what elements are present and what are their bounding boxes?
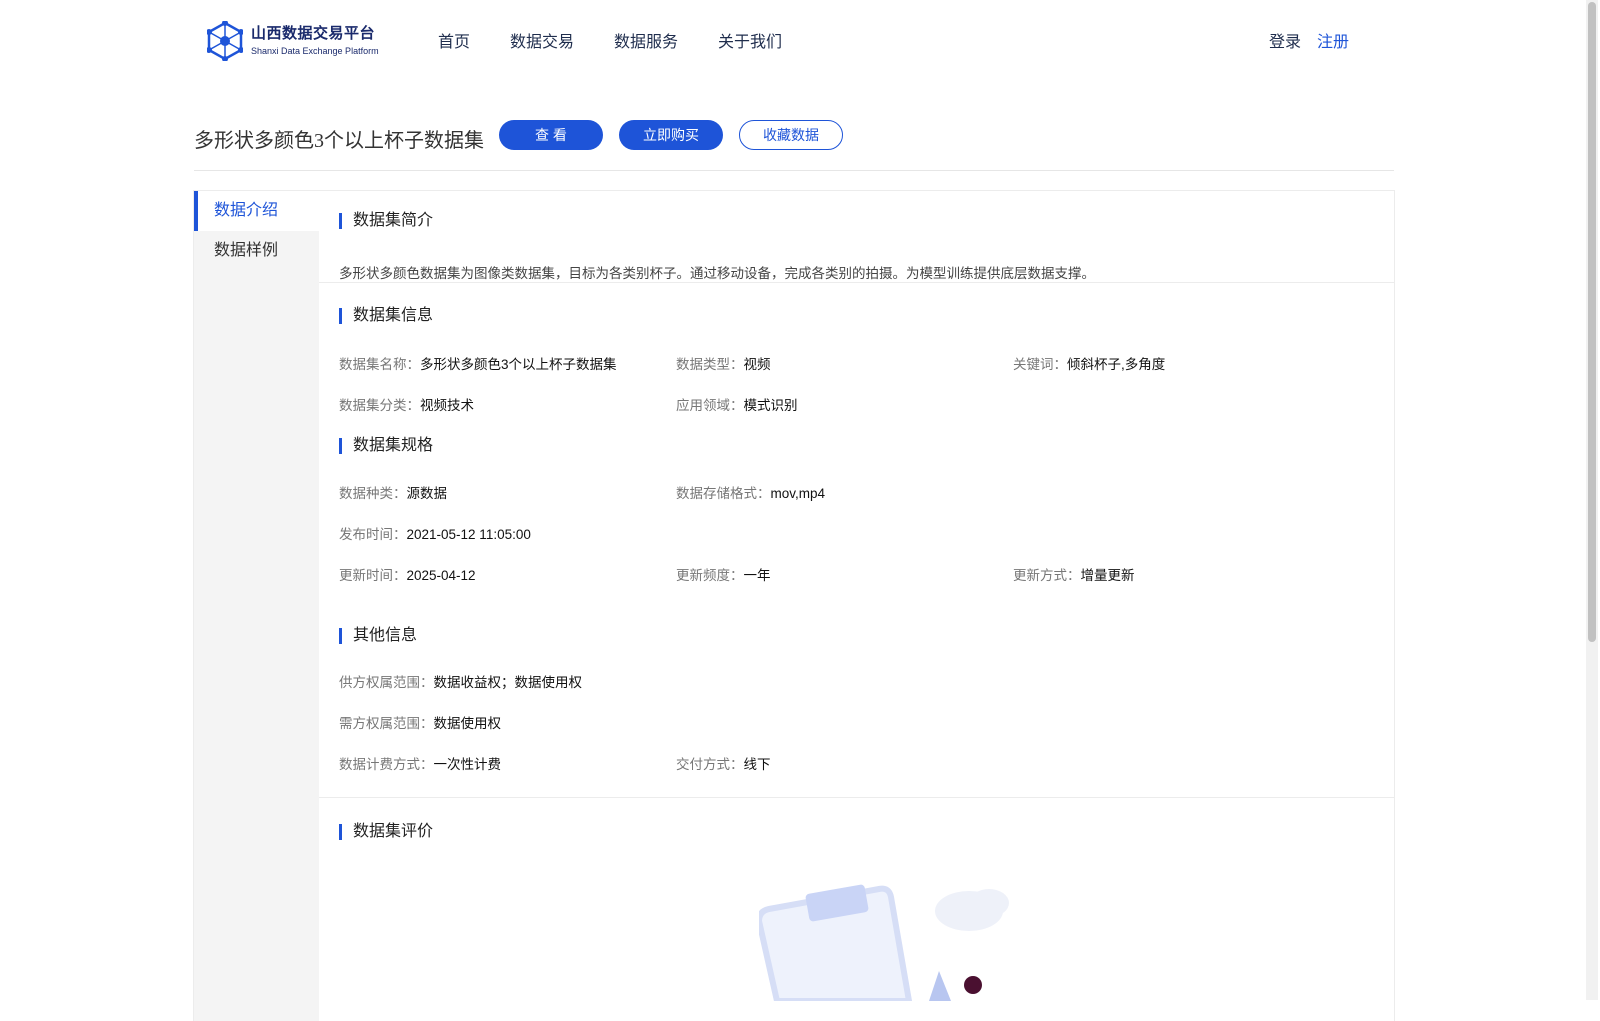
field-update-method: 更新方式：增量更新 — [1013, 568, 1135, 583]
buy-now-button[interactable]: 立即购买 — [619, 120, 723, 150]
field-dataset-category: 数据集分类：视频技术 — [339, 398, 474, 413]
empty-state-illustration — [759, 884, 1009, 1001]
register-link[interactable]: 注册 — [1317, 28, 1349, 52]
field-application-domain: 应用领域：模式识别 — [676, 398, 798, 413]
field-update-frequency: 更新频度：一年 — [676, 568, 771, 583]
field-supplier-rights: 供方权属范围：数据收益权；数据使用权 — [339, 675, 582, 690]
section-intro: 数据集简介 多形状多颜色数据集为图像类数据集，目标为各类别杯子。通过移动设备，完… — [319, 191, 1394, 283]
field-delivery-method: 交付方式：线下 — [676, 757, 771, 772]
field-update-time: 更新时间：2025-04-12 — [339, 568, 476, 583]
section-title: 数据集评价 — [339, 823, 433, 841]
section-title: 数据集简介 — [339, 212, 433, 230]
logo-subtitle: Shanxi Data Exchange Platform — [251, 46, 379, 56]
auth-links: 登录 注册 — [1269, 28, 1349, 52]
page-title: 多形状多颜色3个以上杯子数据集 — [194, 130, 484, 152]
content-area: 数据集简介 多形状多颜色数据集为图像类数据集，目标为各类别杯子。通过移动设备，完… — [319, 191, 1394, 1021]
field-data-kind: 数据种类：源数据 — [339, 486, 447, 501]
main-panel: 数据介绍 数据样例 数据集简介 多形状多颜色数据集为图像类数据集，目标为各类别杯… — [193, 190, 1395, 1021]
page-scrollbar[interactable] — [1586, 0, 1598, 1000]
nav-data-trade[interactable]: 数据交易 — [510, 28, 574, 52]
section-details: 数据集信息 数据集名称：多形状多颜色3个以上杯子数据集 数据类型：视频 关键词：… — [319, 283, 1394, 798]
field-data-type: 数据类型：视频 — [676, 357, 771, 372]
field-buyer-rights: 需方权属范围：数据使用权 — [339, 716, 501, 731]
section-title: 其他信息 — [339, 627, 417, 645]
main-nav: 首页 数据交易 数据服务 关于我们 — [438, 28, 822, 52]
favorite-button[interactable]: 收藏数据 — [739, 120, 843, 150]
login-link[interactable]: 登录 — [1269, 28, 1301, 52]
field-billing-method: 数据计费方式：一次性计费 — [339, 757, 501, 772]
field-dataset-name: 数据集名称：多形状多颜色3个以上杯子数据集 — [339, 357, 617, 372]
nav-home[interactable]: 首页 — [438, 28, 470, 52]
section-title: 数据集信息 — [339, 307, 433, 325]
sidebar-item-intro[interactable]: 数据介绍 — [194, 191, 319, 231]
nav-data-service[interactable]: 数据服务 — [614, 28, 678, 52]
section-title: 数据集规格 — [339, 437, 433, 455]
field-storage-format: 数据存储格式：mov,mp4 — [676, 486, 826, 501]
site-logo[interactable]: 山西数据交易平台 Shanxi Data Exchange Platform — [207, 20, 379, 62]
hexagon-network-icon — [207, 21, 243, 61]
nav-about-us[interactable]: 关于我们 — [718, 28, 782, 52]
logo-title: 山西数据交易平台 — [251, 25, 376, 42]
site-header: 山西数据交易平台 Shanxi Data Exchange Platform 首… — [0, 0, 1584, 80]
scrollbar-thumb[interactable] — [1588, 2, 1596, 642]
field-publish-time: 发布时间：2021-05-12 11:05:00 — [339, 527, 531, 542]
intro-text: 多形状多颜色数据集为图像类数据集，目标为各类别杯子。通过移动设备，完成各类别的拍… — [339, 266, 1095, 281]
dataset-title-bar: 多形状多颜色3个以上杯子数据集 查 看 立即购买 收藏数据 — [194, 120, 1394, 171]
view-button[interactable]: 查 看 — [499, 120, 603, 150]
sidebar-item-sample[interactable]: 数据样例 — [194, 231, 319, 271]
field-keywords: 关键词：倾斜杯子,多角度 — [1013, 357, 1166, 372]
sidebar: 数据介绍 数据样例 — [194, 191, 319, 1021]
